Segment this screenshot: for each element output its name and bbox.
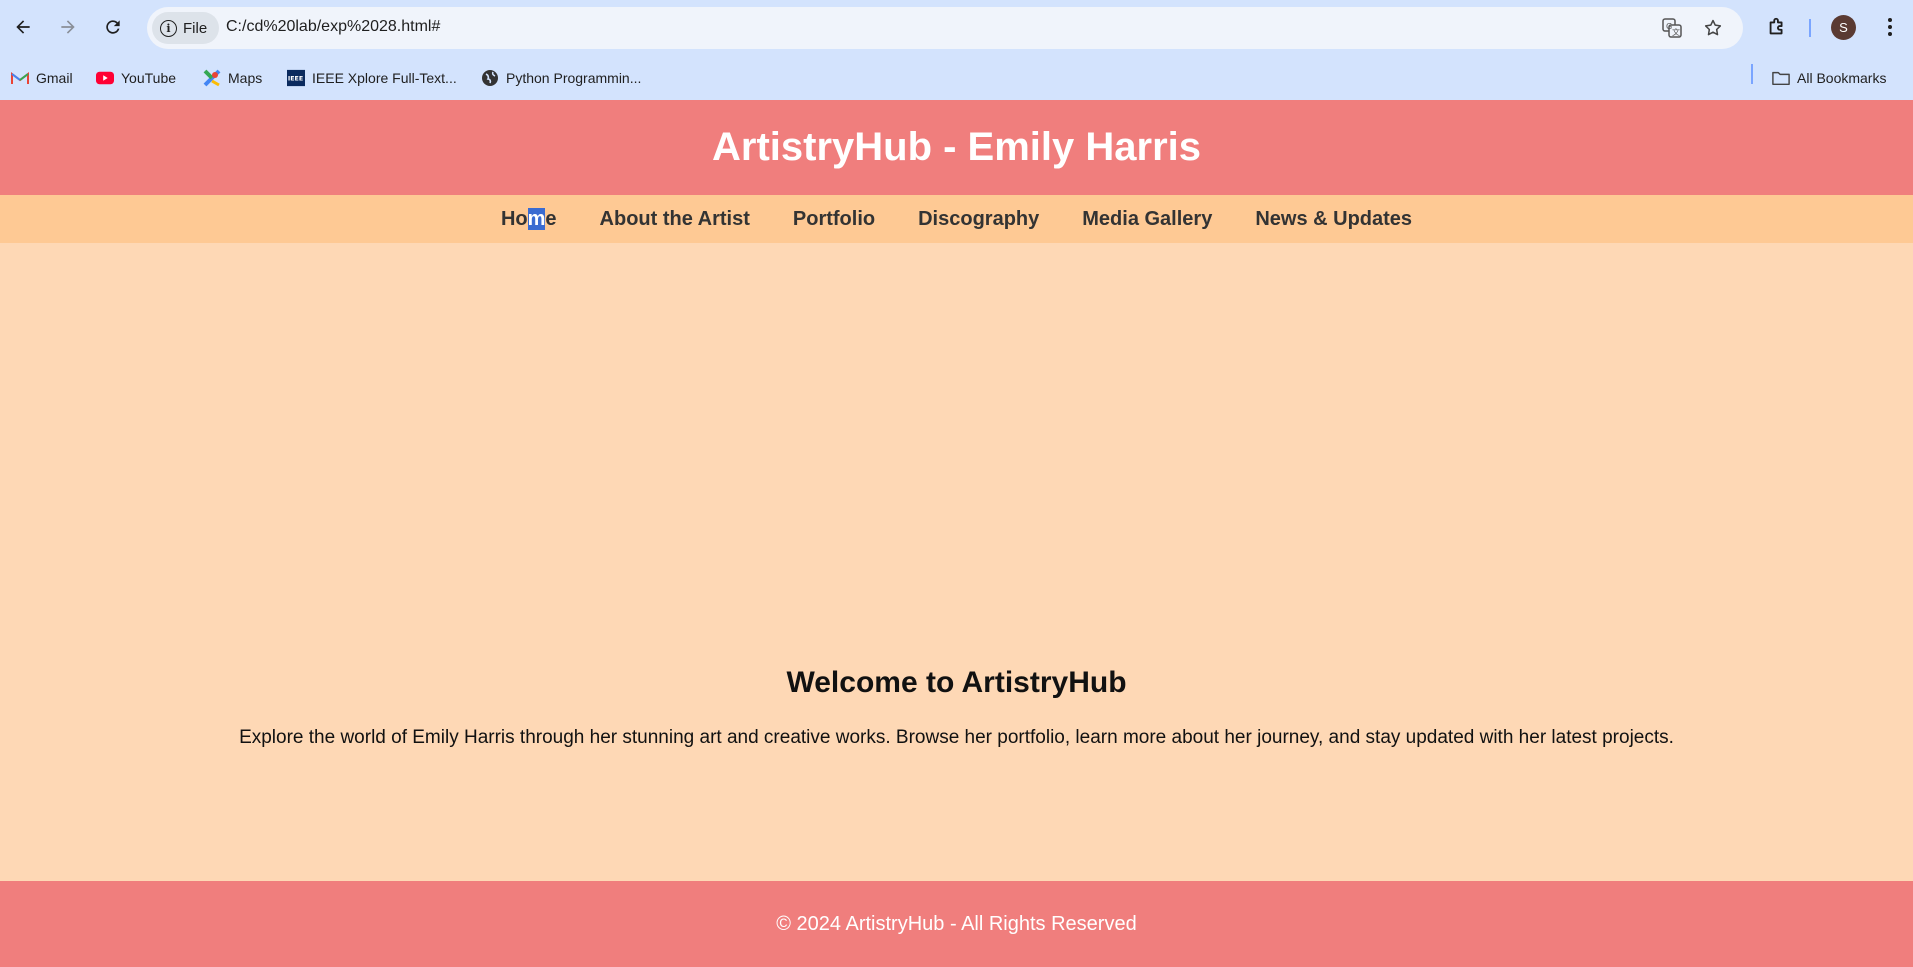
- all-bookmarks-label: All Bookmarks: [1797, 70, 1887, 86]
- reload-icon: [106, 20, 120, 34]
- all-bookmarks[interactable]: All Bookmarks: [1772, 67, 1886, 89]
- welcome-heading: Welcome to ArtistryHub: [786, 666, 1127, 699]
- site-info-label: File: [183, 19, 208, 37]
- arrow-right-icon: [61, 20, 75, 34]
- nav-home-text-end: e: [545, 207, 557, 230]
- back-button[interactable]: [6, 10, 40, 44]
- bookmark-gmail[interactable]: Gmail: [11, 67, 73, 89]
- site-title: ArtistryHub - Emily Harris: [711, 125, 1202, 169]
- ieee-icon: IEEE: [287, 69, 305, 87]
- nav-about-link[interactable]: About the Artist: [600, 208, 750, 231]
- site-footer: © 2024 ArtistryHub - All Rights Reserved: [0, 881, 1913, 967]
- bookmark-label: IEEE Xplore Full-Text...: [312, 70, 457, 86]
- reload-button[interactable]: [96, 10, 130, 44]
- bookmark-python[interactable]: Python Programmin...: [481, 67, 641, 89]
- bookmark-maps[interactable]: Maps: [203, 67, 262, 89]
- bookmark-label: Python Programmin...: [506, 70, 642, 86]
- folder-icon: [1772, 69, 1790, 87]
- svg-text:IEEE: IEEE: [288, 76, 303, 83]
- toolbar-divider: [1809, 19, 1811, 37]
- gmail-icon: [11, 69, 29, 87]
- star-icon[interactable]: [1701, 16, 1725, 40]
- extensions-icon[interactable]: [1762, 12, 1792, 42]
- forward-button[interactable]: [51, 10, 85, 44]
- site-info-chip[interactable]: i File: [152, 12, 220, 44]
- info-icon: i: [160, 19, 177, 37]
- arrow-left-icon: [16, 20, 30, 34]
- bookmark-label: YouTube: [121, 70, 177, 86]
- address-bar[interactable]: i File C:/cd%20lab/exp%2028.html# G文: [147, 7, 1743, 49]
- translate-icon[interactable]: G文: [1660, 16, 1684, 40]
- globe-icon: [481, 69, 499, 87]
- bookmarks-divider: [1751, 64, 1753, 84]
- bookmark-youtube[interactable]: YouTube: [96, 67, 176, 89]
- profile-avatar[interactable]: S: [1831, 15, 1856, 40]
- main-content: Welcome to ArtistryHub Explore the world…: [0, 243, 1913, 881]
- nav-home-link[interactable]: Home: [500, 207, 557, 231]
- footer-copyright: © 2024 ArtistryHub - All Rights Reserved: [776, 912, 1137, 935]
- url-text[interactable]: C:/cd%20lab/exp%2028.html#: [226, 18, 440, 36]
- bookmark-label: Gmail: [36, 70, 73, 86]
- svg-text:文: 文: [1672, 27, 1680, 37]
- browser-toolbar: i File C:/cd%20lab/exp%2028.html# G文 S: [0, 0, 1913, 56]
- bookmark-ieee[interactable]: IEEE IEEE Xplore Full-Text...: [287, 67, 457, 89]
- nav-discography-link[interactable]: Discography: [918, 208, 1039, 231]
- maps-icon: [203, 69, 221, 87]
- bookmark-label: Maps: [228, 70, 263, 86]
- bookmarks-bar: Gmail YouTube Maps IEEE IEEE Xplore Full…: [0, 56, 1913, 100]
- nav-news-link[interactable]: News & Updates: [1255, 208, 1412, 231]
- intro-paragraph: Explore the world of Emily Harris throug…: [239, 727, 1674, 748]
- menu-kebab-icon[interactable]: [1875, 12, 1905, 42]
- text-selection-highlight: m: [527, 207, 546, 230]
- nav-media-gallery-link[interactable]: Media Gallery: [1082, 208, 1212, 231]
- nav-home-text-start: Ho: [500, 207, 528, 230]
- nav-portfolio-link[interactable]: Portfolio: [793, 208, 875, 231]
- site-nav: Home About the Artist Portfolio Discogra…: [0, 195, 1913, 243]
- site-header: ArtistryHub - Emily Harris: [0, 100, 1913, 195]
- youtube-icon: [96, 69, 114, 87]
